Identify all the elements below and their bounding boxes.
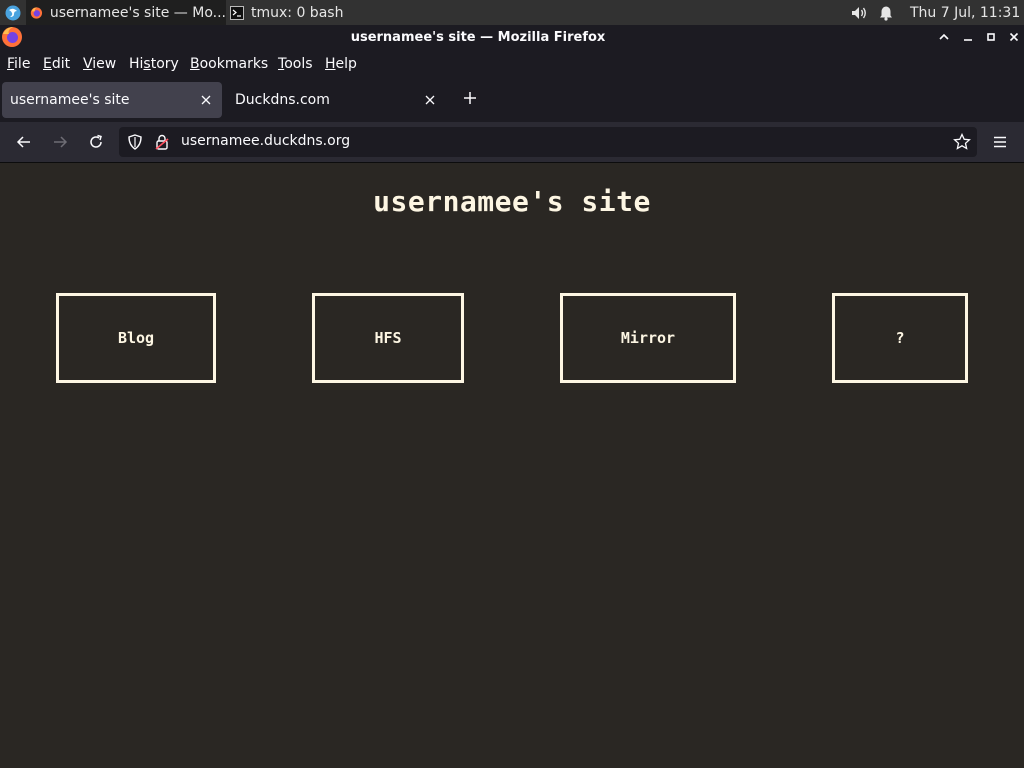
address-bar[interactable]: usernamee.duckdns.org — [119, 127, 977, 157]
menu-history-post: tory — [150, 56, 179, 72]
tab-duckdns[interactable]: Duckdns.com — [226, 82, 446, 118]
menu-history-key: s — [143, 56, 151, 72]
minimize-icon — [964, 39, 972, 41]
taskbar-firefox-label: usernamee's site — Mo... — [49, 4, 226, 21]
plus-icon — [464, 92, 476, 104]
chevron-up-icon — [939, 33, 949, 40]
forward-button[interactable] — [50, 132, 70, 152]
new-tab-button[interactable] — [460, 88, 480, 108]
tab-usernamee-site[interactable]: usernamee's site — [2, 82, 222, 118]
terminal-icon — [230, 5, 244, 20]
link-blog[interactable]: Blog — [56, 293, 216, 383]
url-text: usernamee.duckdns.org — [181, 133, 351, 149]
insecure-lock-icon[interactable] — [155, 134, 169, 154]
clock[interactable]: Thu 7 Jul, 11:31 — [910, 0, 1020, 25]
maximize-button[interactable] — [983, 29, 999, 45]
back-arrow-icon — [16, 136, 30, 148]
menu-edit-key: E — [43, 56, 52, 72]
maximize-icon — [987, 33, 995, 41]
close-icon — [201, 95, 211, 105]
menu-edit[interactable]: Edit — [43, 56, 70, 72]
menu-tools-rest: ools — [284, 56, 313, 72]
menu-help-rest: elp — [335, 56, 357, 72]
tab-close-button[interactable] — [198, 92, 214, 108]
volume-control[interactable] — [850, 0, 868, 25]
menu-view-rest: iew — [92, 56, 117, 72]
menu-edit-rest: dit — [51, 56, 71, 72]
close-icon — [425, 95, 435, 105]
menu-bookmarks-rest: ookmarks — [199, 56, 269, 72]
menu-file[interactable]: File — [7, 56, 30, 72]
notifications-button[interactable] — [878, 0, 894, 25]
menu-bar: File Edit View History Bookmarks Tools H… — [0, 51, 1024, 78]
menu-file-rest: ile — [14, 56, 31, 72]
bookmark-star-button[interactable] — [953, 132, 971, 155]
menu-view-key: V — [83, 56, 93, 72]
link-mirror[interactable]: Mirror — [560, 293, 736, 383]
hamburger-menu-icon — [994, 136, 1006, 148]
tab-bar: usernamee's site Duckdns.com — [0, 78, 1024, 122]
reload-button[interactable] — [86, 132, 106, 152]
app-menu-button[interactable] — [990, 132, 1010, 152]
forward-arrow-icon — [54, 136, 68, 148]
taskbar-terminal-label: tmux: 0 bash — [251, 4, 344, 21]
back-button[interactable] — [14, 132, 34, 152]
star-icon — [953, 132, 971, 150]
reload-icon — [90, 134, 102, 148]
navigation-toolbar: usernamee.duckdns.org — [0, 122, 1024, 163]
app-launcher[interactable] — [0, 0, 26, 25]
minimize-up-button[interactable] — [936, 29, 952, 45]
window-title: usernamee's site — Mozilla Firefox — [350, 30, 606, 45]
page-title: usernamee's site — [373, 185, 651, 218]
menu-help[interactable]: Help — [325, 56, 357, 72]
menu-view[interactable]: View — [83, 56, 116, 72]
menu-bookmarks[interactable]: Bookmarks — [190, 56, 268, 72]
system-panel: usernamee's site — Mo... tmux: 0 bash Th… — [0, 0, 1024, 25]
tab-label: usernamee's site — [10, 92, 130, 108]
taskbar-firefox[interactable]: usernamee's site — Mo... — [26, 0, 226, 25]
tab-label: Duckdns.com — [235, 92, 330, 108]
link-unknown[interactable]: ? — [832, 293, 968, 383]
menu-file-key: F — [7, 56, 15, 72]
menu-help-key: H — [325, 56, 336, 72]
link-hfs[interactable]: HFS — [312, 293, 464, 383]
bell-icon — [880, 6, 892, 21]
taskbar-terminal[interactable]: tmux: 0 bash — [226, 0, 376, 25]
menu-history-pre: Hi — [129, 56, 144, 72]
menu-history[interactable]: History — [129, 56, 179, 72]
tab-close-button[interactable] — [422, 92, 438, 108]
window-titlebar[interactable]: usernamee's site — Mozilla Firefox — [0, 25, 1024, 51]
menu-tools[interactable]: Tools — [278, 56, 313, 72]
close-icon — [1009, 32, 1019, 42]
tracking-protection-icon[interactable] — [127, 134, 143, 154]
minimize-button[interactable] — [960, 29, 976, 45]
menu-bookmarks-key: B — [190, 56, 200, 72]
distro-logo-icon — [5, 5, 21, 20]
page-content: usernamee's site Blog HFS Mirror ? — [0, 163, 1024, 768]
volume-icon — [852, 6, 866, 19]
close-window-button[interactable] — [1006, 29, 1022, 45]
firefox-icon — [30, 6, 43, 19]
